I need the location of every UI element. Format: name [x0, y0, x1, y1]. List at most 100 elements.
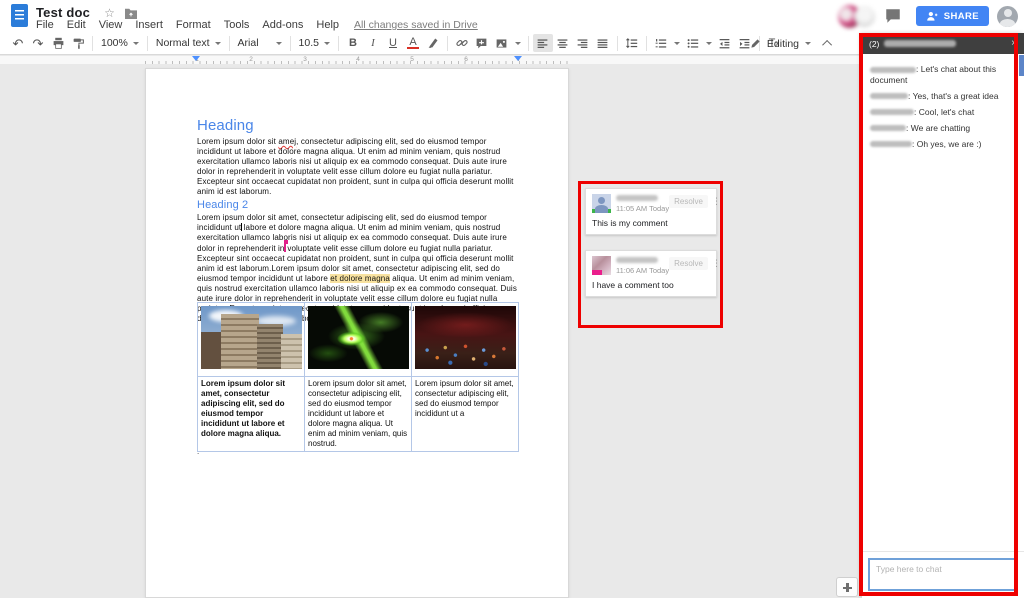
decrease-indent-button[interactable] — [715, 34, 735, 52]
collapse-toolbar-button[interactable] — [822, 40, 832, 50]
comment-card[interactable]: 11:06 AM Today Resolve ⋮ I have a commen… — [585, 250, 717, 297]
resolve-button[interactable]: Resolve — [669, 257, 708, 270]
divider — [862, 551, 1024, 552]
table-cell-text-1[interactable]: Lorem ipsum dolor sit amet, consectetur … — [198, 377, 305, 452]
chat-message-text: Cool, let's chat — [919, 107, 974, 117]
menu-format[interactable]: Format — [176, 19, 211, 31]
chat-message: : We are chatting — [870, 123, 1016, 134]
numbered-list-button[interactable] — [651, 34, 671, 52]
left-indent-marker[interactable] — [192, 56, 200, 61]
ruler-number: 4 — [356, 56, 360, 63]
comment-overflow-menu-icon[interactable]: ⋮ — [712, 196, 721, 207]
undo-button[interactable]: ↶ — [8, 34, 28, 52]
account-avatar[interactable] — [997, 6, 1018, 27]
table-cell-text-2[interactable]: Lorem ipsum dolor sit amet, consectetur … — [305, 377, 412, 452]
insert-link-button[interactable] — [452, 34, 472, 52]
ruler-number: 2 — [249, 56, 253, 63]
chevron-down-icon[interactable] — [706, 42, 712, 45]
table-cell-image-3[interactable] — [412, 303, 519, 377]
move-to-folder-icon[interactable] — [124, 7, 138, 19]
collaborator-avatars[interactable] — [838, 5, 876, 28]
font-family-select[interactable]: Arial — [234, 37, 286, 49]
menu-addons[interactable]: Add-ons — [262, 19, 303, 31]
comments-icon[interactable] — [884, 7, 902, 25]
paragraph-styles-select[interactable]: Normal text — [152, 37, 225, 49]
menu-view[interactable]: View — [99, 19, 123, 31]
editing-mode-select[interactable]: Editing — [750, 38, 811, 50]
chevron-down-icon — [276, 42, 282, 45]
align-left-button[interactable] — [533, 34, 553, 52]
building-photo[interactable] — [201, 306, 302, 369]
save-status-link[interactable]: All changes saved in Drive — [354, 19, 478, 31]
redacted-sender-name — [870, 125, 906, 131]
chat-message-text: Yes, that's a great idea — [913, 91, 999, 101]
redo-button[interactable]: ↷ — [28, 34, 48, 52]
chat-input[interactable] — [868, 558, 1016, 591]
commenter-avatar — [592, 256, 611, 275]
insert-image-button[interactable] — [492, 34, 512, 52]
line-spacing-button[interactable] — [622, 34, 642, 52]
align-center-button[interactable] — [553, 34, 573, 52]
misspelled-word: amej — [278, 137, 296, 146]
italic-button[interactable]: I — [363, 34, 383, 52]
align-right-button[interactable] — [573, 34, 593, 52]
comment-text: This is my comment — [592, 218, 710, 228]
crowd-photo[interactable] — [415, 306, 516, 369]
chevron-down-icon[interactable] — [674, 42, 680, 45]
right-indent-marker[interactable] — [514, 56, 522, 61]
underline-button[interactable]: U — [383, 34, 403, 52]
google-docs-logo-icon[interactable] — [11, 4, 28, 27]
chevron-down-icon — [805, 42, 811, 45]
font-size-select[interactable]: 10.5 — [295, 37, 334, 49]
menu-insert[interactable]: Insert — [135, 19, 163, 31]
pencil-icon — [750, 38, 761, 49]
star-icon[interactable]: ☆ — [104, 7, 115, 19]
resolve-button[interactable]: Resolve — [669, 195, 708, 208]
chat-scrollbar-thumb[interactable] — [1019, 55, 1024, 76]
redacted-commenter-name — [616, 257, 658, 263]
redacted-sender-name — [870, 67, 916, 73]
document-title[interactable]: Test doc — [36, 5, 90, 20]
green-nebula-photo[interactable] — [308, 306, 409, 369]
chevron-down-icon[interactable] — [515, 42, 521, 45]
bold-button[interactable]: B — [343, 34, 363, 52]
menu-file[interactable]: File — [36, 19, 54, 31]
share-button[interactable]: SHARE — [916, 6, 989, 26]
ruler-number: 5 — [410, 56, 414, 63]
close-icon[interactable]: × — [1011, 39, 1017, 49]
paint-format-button[interactable] — [68, 34, 88, 52]
bulleted-list-button[interactable] — [683, 34, 703, 52]
person-add-icon — [926, 10, 939, 23]
menu-help[interactable]: Help — [316, 19, 339, 31]
menu-bar: File Edit View Insert Format Tools Add-o… — [36, 19, 478, 31]
insert-comment-button[interactable] — [472, 34, 492, 52]
table-cell-image-2[interactable] — [305, 303, 412, 377]
comment-text: I have a comment too — [592, 280, 710, 290]
comment-overflow-menu-icon[interactable]: ⋮ — [712, 258, 721, 269]
doc-table[interactable]: Lorem ipsum dolor sit amet, consectetur … — [197, 302, 519, 452]
highlight-color-button[interactable] — [423, 34, 443, 52]
comment-card[interactable]: 11:05 AM Today Resolve ⋮ This is my comm… — [585, 188, 717, 235]
avatar — [854, 6, 875, 27]
align-justify-button[interactable] — [593, 34, 613, 52]
table-cell-text-3[interactable]: Lorem ipsum dolor sit amet, consectetur … — [412, 377, 519, 452]
redacted-chat-title — [884, 40, 956, 47]
menu-tools[interactable]: Tools — [224, 19, 250, 31]
table-cell-image-1[interactable] — [198, 303, 305, 377]
chevron-down-icon — [133, 42, 139, 45]
zoom-select[interactable]: 100% — [97, 37, 143, 49]
print-button[interactable] — [48, 34, 68, 52]
document-page[interactable]: Heading Lorem ipsum dolor sit amej, cons… — [145, 68, 569, 598]
share-button-label: SHARE — [944, 11, 979, 22]
text-color-button[interactable]: A — [407, 37, 418, 49]
chevron-down-icon — [215, 42, 221, 45]
chat-message-text: Oh yes, we are :) — [917, 139, 982, 149]
redacted-sender-name — [870, 141, 912, 147]
explore-button[interactable] — [836, 577, 858, 597]
chat-message: : Cool, let's chat — [870, 107, 1016, 118]
document-content[interactable]: Heading Lorem ipsum dolor sit amej, cons… — [197, 117, 519, 324]
menu-edit[interactable]: Edit — [67, 19, 86, 31]
chat-participant-count: (2) — [869, 39, 879, 49]
comment-anchor-highlight[interactable]: et dolore magna — [330, 274, 390, 283]
redacted-sender-name — [870, 109, 914, 115]
